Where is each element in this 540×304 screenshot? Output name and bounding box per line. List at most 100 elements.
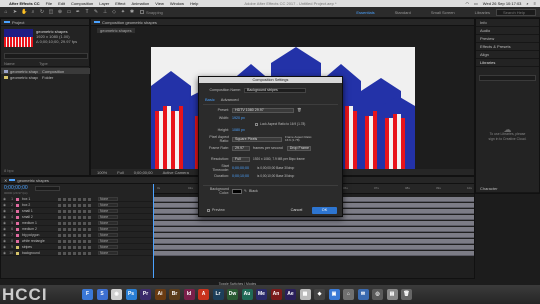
camera-select[interactable]: Active Camera	[163, 170, 189, 175]
wifi-icon[interactable]: ◠	[466, 1, 470, 6]
menu-animation[interactable]: Animation	[131, 1, 149, 6]
label-color-swatch[interactable]	[16, 197, 19, 201]
menu-file[interactable]: File	[46, 1, 52, 6]
puppet-tool-icon[interactable]: ✱	[129, 9, 135, 15]
column-type[interactable]: Type	[39, 61, 48, 66]
layer-duration-bar[interactable]	[153, 233, 474, 238]
layer-row[interactable]: ◉ 8 white rectangle None	[1, 239, 153, 244]
tab-timeline[interactable]: geometric shapes	[17, 178, 49, 183]
layer-switches[interactable]	[58, 245, 93, 249]
parent-select[interactable]: None	[98, 227, 118, 231]
home-icon[interactable]: ⌂	[3, 9, 9, 15]
frame-rate-select[interactable]: 29.97	[232, 145, 250, 151]
eyedropper-icon[interactable]: ✎	[244, 189, 247, 193]
dock-app-icon[interactable]: Ai	[154, 289, 166, 300]
label-color-swatch[interactable]	[16, 203, 19, 207]
rotate-tool-icon[interactable]: ↻	[39, 9, 45, 15]
panel-character[interactable]: Character	[476, 185, 539, 193]
layer-switches[interactable]	[58, 203, 93, 207]
layer-row[interactable]: ◉ 2 box 2 None	[1, 203, 153, 208]
label-color-swatch[interactable]	[16, 251, 19, 255]
pixel-aspect-select[interactable]: Square Pixels	[232, 136, 282, 142]
label-color-swatch[interactable]	[16, 239, 19, 243]
delete-preset-icon[interactable]: 🗑	[297, 108, 302, 112]
start-timecode-value[interactable]: 0;00;00;00	[232, 166, 254, 170]
parent-select[interactable]: None	[98, 245, 118, 249]
menu-list-icon[interactable]: ≡	[534, 1, 536, 6]
panel-effects-presets[interactable]: Effects & Presets	[476, 43, 539, 51]
composition-name-field[interactable]: Background stripes	[244, 87, 306, 93]
layer-switches[interactable]	[58, 239, 93, 243]
cancel-button[interactable]: Cancel	[284, 207, 309, 214]
layer-name[interactable]: stripes	[22, 245, 58, 249]
workspace-essentials[interactable]: Essentials	[356, 10, 374, 15]
layer-switches[interactable]	[58, 197, 93, 201]
current-time[interactable]: 0;00;00;00	[134, 170, 153, 175]
layer-switches[interactable]	[58, 209, 93, 213]
label-color-swatch[interactable]	[16, 227, 19, 231]
preview-checkbox[interactable]	[207, 209, 210, 212]
layer-switches[interactable]	[58, 251, 93, 255]
dock-app-icon[interactable]: ◆	[314, 289, 325, 300]
panel-libraries[interactable]: Libraries	[476, 59, 539, 67]
libraries-select[interactable]	[479, 75, 536, 81]
parent-select[interactable]: None	[98, 197, 118, 201]
layer-name[interactable]: background	[22, 251, 58, 255]
dock-app-icon[interactable]: ⌂	[343, 289, 354, 300]
dock-app-icon[interactable]: Ae	[285, 289, 296, 300]
layer-row[interactable]: ◉ 5 medium 1 None	[1, 221, 153, 226]
timeline-search-input[interactable]	[35, 186, 60, 191]
dock-app-icon[interactable]: ▣	[328, 289, 340, 300]
layer-row[interactable]: ◉ 6 medium 2 None	[1, 227, 153, 232]
layer-name[interactable]: medium 2	[22, 227, 58, 231]
tab-composition[interactable]: Composition geometric shapes	[102, 20, 157, 25]
menu-edit[interactable]: Edit	[58, 1, 65, 6]
dock-app-icon[interactable]: Pr	[140, 289, 151, 300]
parent-select[interactable]: None	[98, 209, 118, 213]
brush-tool-icon[interactable]: ✎	[93, 9, 99, 15]
layer-switches[interactable]	[58, 233, 93, 237]
help-search-input[interactable]: Search Help	[496, 9, 536, 16]
layer-row[interactable]: ◉ 4 small 2 None	[1, 215, 153, 220]
clock[interactable]: Wed 26 Sep 10:17:03	[483, 1, 522, 6]
label-color-swatch[interactable]	[16, 245, 19, 249]
tab-project[interactable]: Project	[12, 20, 24, 25]
battery-icon[interactable]: ▭	[474, 1, 478, 6]
dock-app-icon[interactable]: Au	[241, 289, 253, 300]
workspace-libraries[interactable]: Libraries	[475, 10, 490, 15]
tab-basic[interactable]: Basic	[205, 97, 215, 102]
dock-app-icon[interactable]: F	[82, 289, 93, 300]
parent-select[interactable]: None	[98, 215, 118, 219]
roto-tool-icon[interactable]: ✦	[120, 9, 126, 15]
selection-tool-icon[interactable]: ➤	[12, 9, 18, 15]
ok-button[interactable]: OK	[312, 207, 337, 214]
panel-audio[interactable]: Audio	[476, 27, 539, 35]
resolution-select[interactable]: Full	[117, 170, 123, 175]
menu-window[interactable]: Window	[170, 1, 184, 6]
dock-app-icon[interactable]: Me	[256, 289, 267, 300]
project-search-input[interactable]	[4, 53, 88, 59]
width-value[interactable]: 1920 px	[232, 116, 245, 120]
layer-name[interactable]: small 1	[22, 209, 58, 213]
background-color-swatch[interactable]	[232, 188, 242, 194]
layer-row[interactable]: ◉ 7 big polygon None	[1, 233, 153, 238]
label-color-swatch[interactable]	[16, 221, 19, 225]
search-icon[interactable]: ⌕	[526, 1, 528, 6]
menu-app[interactable]: After Effects CC	[9, 1, 40, 6]
resolution-select[interactable]: Full	[232, 156, 250, 162]
dock-app-icon[interactable]: ◉	[111, 289, 122, 300]
pen-tool-icon[interactable]: ✒	[75, 9, 81, 15]
parent-select[interactable]: None	[98, 221, 118, 225]
dock-app-icon[interactable]: A	[198, 289, 209, 300]
preset-select[interactable]: HDTV 1080 29.97	[232, 107, 294, 113]
menu-view[interactable]: View	[155, 1, 164, 6]
layer-row[interactable]: ◉ 3 small 1 None	[1, 209, 153, 214]
layer-row[interactable]: ◉ 1 box 1 None	[1, 197, 153, 202]
layer-duration-bar[interactable]	[153, 239, 474, 244]
camera-tool-icon[interactable]: ◫	[48, 9, 54, 15]
dock-app-icon[interactable]: Dw	[227, 289, 238, 300]
dock-app-icon[interactable]: Br	[169, 289, 180, 300]
eraser-tool-icon[interactable]: ◇	[111, 9, 117, 15]
menu-layer[interactable]: Layer	[99, 1, 109, 6]
pan-behind-tool-icon[interactable]: ⊕	[57, 9, 63, 15]
